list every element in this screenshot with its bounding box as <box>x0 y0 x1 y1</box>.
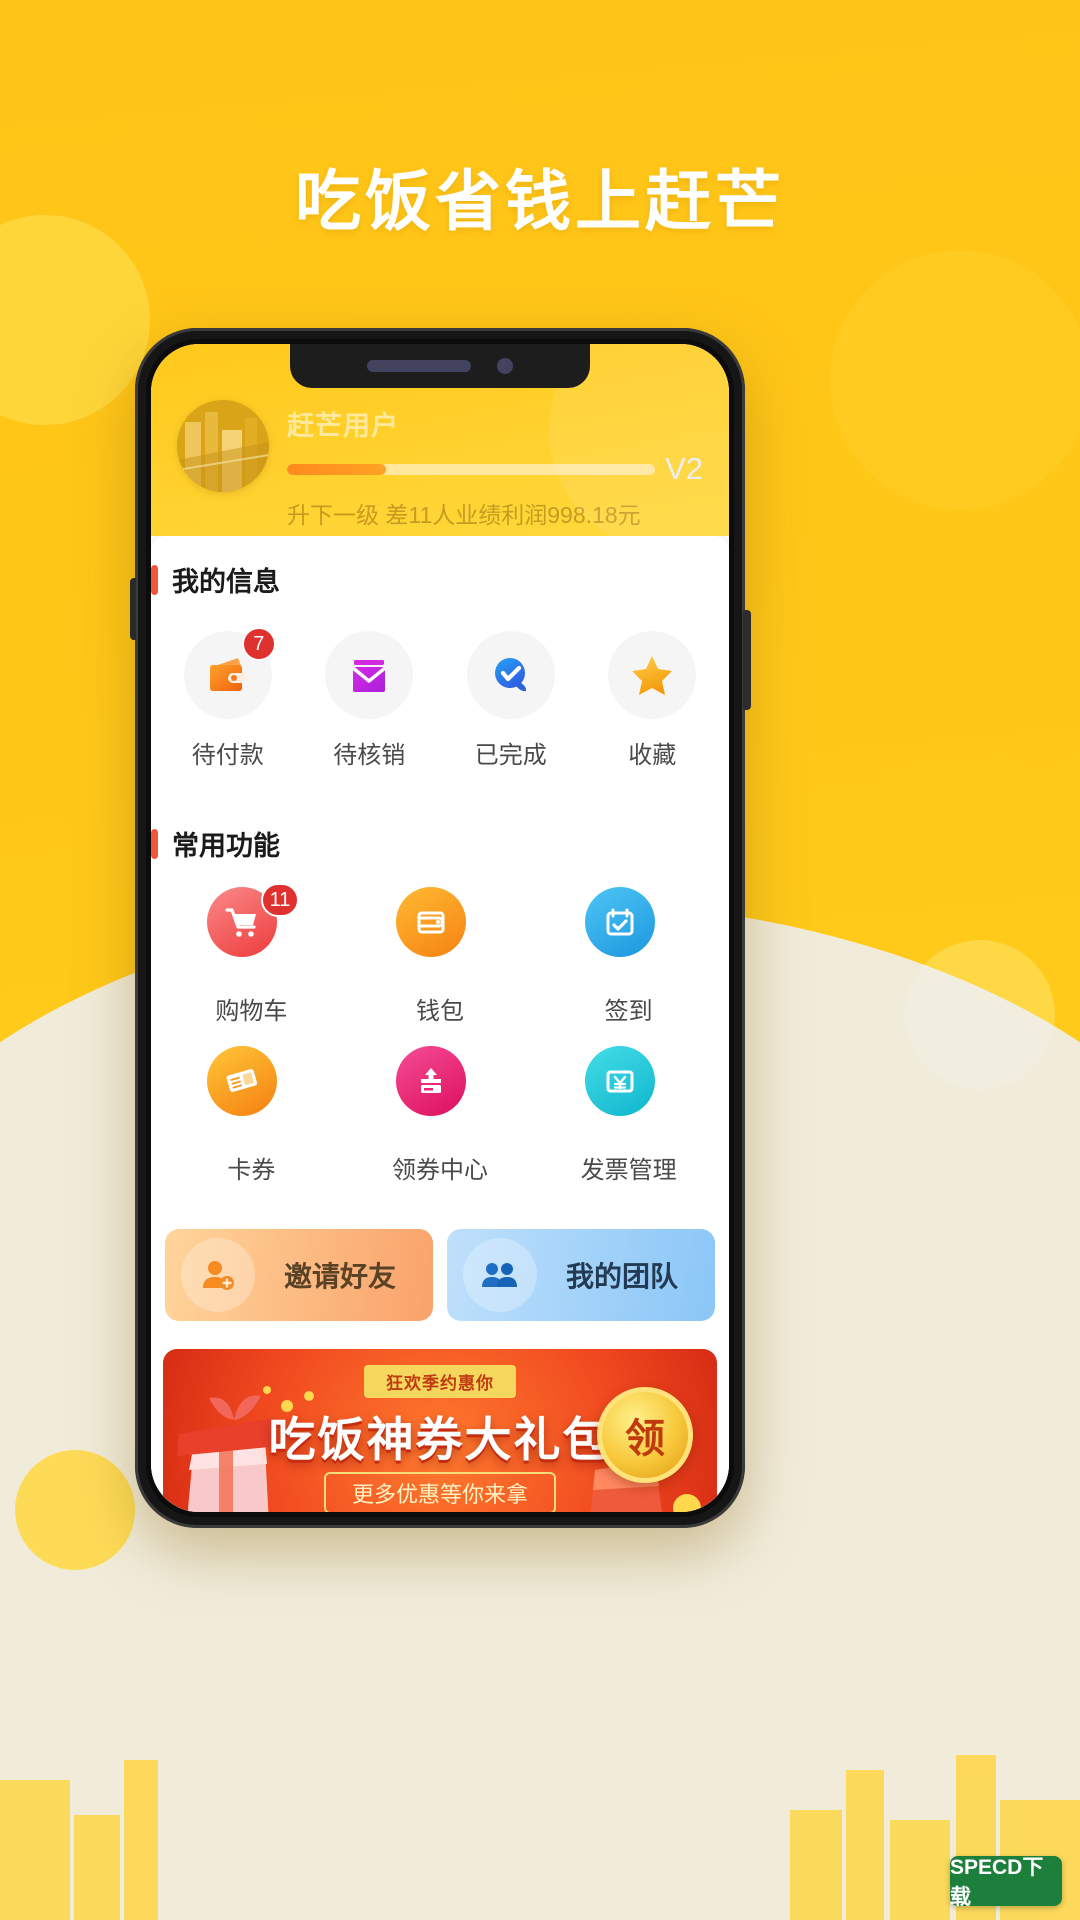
level-row: V2 <box>287 451 703 487</box>
invite-button-row: 邀请好友 我的团队 <box>151 1223 729 1339</box>
icon-wrapper <box>584 887 673 975</box>
grid-item-label: 签到 <box>604 998 653 1025</box>
icon-wrapper: 11 <box>207 883 300 975</box>
grid-item-label: 发票管理 <box>580 1157 677 1184</box>
icon-disc <box>325 631 414 719</box>
grid-item-label: 钱包 <box>415 998 464 1025</box>
icon-wrapper: 7 <box>183 627 276 719</box>
banner-ribbon-text: 狂欢季约惠你 <box>364 1365 516 1398</box>
grid-item-label: 待核销 <box>333 742 406 769</box>
level-progress-fill <box>287 463 387 475</box>
promo-banner[interactable]: 狂欢季约惠你 吃饭神券大礼包 更多优惠等你来拿 领 <box>163 1349 717 1512</box>
section-header-common-functions: 常用功能 <box>151 800 729 869</box>
status-badge: 7 <box>241 627 276 661</box>
icon-wrapper <box>395 887 484 975</box>
phone-mockup: 赶芒用户 V2 升下一级 差11人业绩利润998.18元 我的信息 7 待付款 … <box>130 328 751 1528</box>
decor-blob <box>0 215 150 425</box>
wallet-icon <box>417 911 445 934</box>
front-camera-icon <box>497 358 513 374</box>
icon-disc <box>608 631 697 719</box>
icon-disc <box>584 887 655 957</box>
section-header-my-info: 我的信息 <box>151 536 729 605</box>
level-badge: V2 <box>665 451 703 486</box>
banner-title: 吃饭神券大礼包 <box>268 1413 612 1466</box>
icon-wrapper <box>395 1046 484 1134</box>
app-content[interactable]: 我的信息 7 待付款 待核销 已完成 收藏 常用功能 11 购物车 钱包 签到 … <box>151 536 729 1512</box>
banner-subtitle: 更多优惠等你来拿 <box>323 1472 557 1512</box>
my-info-grid: 7 待付款 待核销 已完成 收藏 <box>151 605 729 800</box>
grid-item-label: 已完成 <box>474 742 547 769</box>
grid-item-favorites[interactable]: 收藏 <box>582 631 724 770</box>
grid-item-shopping-cart[interactable]: 11 购物车 <box>157 883 346 1026</box>
level-hint-text: 升下一级 差11人业绩利润998.18元 <box>287 502 641 528</box>
envelope-icon <box>352 660 387 692</box>
icon-disc <box>207 1046 278 1116</box>
icon-wrapper <box>207 1046 295 1134</box>
my-team-button[interactable]: 我的团队 <box>447 1229 715 1321</box>
grid-item-pending-redeem[interactable]: 待核销 <box>299 631 441 770</box>
phone-notch <box>290 344 590 388</box>
phone-bezel: 赶芒用户 V2 升下一级 差11人业绩利润998.18元 我的信息 7 待付款 … <box>146 339 734 1517</box>
level-progress-bar <box>287 463 656 475</box>
banner-cta-button[interactable]: 领 <box>597 1387 693 1483</box>
watermark-label: SPECD下载 <box>950 1856 1044 1909</box>
check-bubble-icon <box>494 658 526 692</box>
my-team-button-label: 我的团队 <box>565 1261 678 1292</box>
user-add-icon <box>203 1261 234 1290</box>
grid-item-coupon-center[interactable]: 领券中心 <box>346 1046 535 1185</box>
icon-wrapper <box>608 631 697 719</box>
user-photo-icon <box>177 400 269 492</box>
grid-item-label: 卡券 <box>227 1157 276 1184</box>
icon-wrapper <box>325 631 414 719</box>
coupon-upload-icon <box>420 1068 441 1093</box>
ticket-icon <box>226 1069 258 1092</box>
icon-disc <box>584 1046 655 1116</box>
grid-item-label: 待付款 <box>191 742 264 769</box>
users-group-icon <box>482 1263 517 1287</box>
wallet-icon <box>209 658 246 691</box>
section-title: 我的信息 <box>172 567 280 597</box>
grid-item-coupons[interactable]: 卡券 <box>157 1046 346 1185</box>
speaker-grille-icon <box>367 360 471 372</box>
icon-disc <box>395 887 466 957</box>
decor-blob <box>830 250 1080 510</box>
section-accent-bar <box>151 828 158 859</box>
invoice-icon <box>606 1070 634 1093</box>
section-title: 常用功能 <box>172 831 280 861</box>
star-icon <box>632 656 673 695</box>
content-card: 我的信息 7 待付款 待核销 已完成 收藏 常用功能 11 购物车 钱包 签到 … <box>151 536 729 1512</box>
grid-item-label: 收藏 <box>628 742 677 769</box>
avatar[interactable] <box>177 400 269 492</box>
grid-item-completed[interactable]: 已完成 <box>440 631 582 770</box>
invite-friends-button[interactable]: 邀请好友 <box>165 1229 433 1321</box>
profile-nickname: 赶芒用户 <box>287 411 399 441</box>
invite-button-label: 邀请好友 <box>283 1261 396 1292</box>
watermark-badge: SPECD下载 <box>950 1856 1062 1909</box>
grid-item-label: 领券中心 <box>391 1157 488 1184</box>
calendar-check-icon <box>606 908 634 936</box>
icon-wrapper <box>584 1046 673 1134</box>
icon-disc <box>395 1046 466 1116</box>
section-accent-bar <box>151 564 158 595</box>
decor-blob <box>15 1450 135 1570</box>
skyline-decoration <box>0 1755 1080 1920</box>
grid-item-checkin[interactable]: 签到 <box>534 887 723 1026</box>
shopping-cart-icon <box>225 908 257 937</box>
icon-wrapper <box>466 631 555 719</box>
icon-disc <box>463 1238 537 1312</box>
icon-disc <box>466 631 555 719</box>
grid-item-pending-payment[interactable]: 7 待付款 <box>157 627 299 770</box>
grid-item-wallet[interactable]: 钱包 <box>346 887 535 1026</box>
common-functions-grid: 11 购物车 钱包 签到 卡券 领券中心 发票管理 <box>151 869 729 1223</box>
grid-item-invoice[interactable]: 发票管理 <box>534 1046 723 1185</box>
page-title: 吃饭省钱上赶芒 <box>295 164 785 238</box>
profile-details: 赶芒用户 V2 升下一级 差11人业绩利润998.18元 <box>287 400 703 530</box>
grid-item-label: 购物车 <box>215 998 288 1025</box>
phone-side-button <box>743 610 751 710</box>
status-badge: 11 <box>260 883 300 917</box>
app-screen: 赶芒用户 V2 升下一级 差11人业绩利润998.18元 我的信息 7 待付款 … <box>151 344 729 1512</box>
icon-disc <box>181 1238 255 1312</box>
